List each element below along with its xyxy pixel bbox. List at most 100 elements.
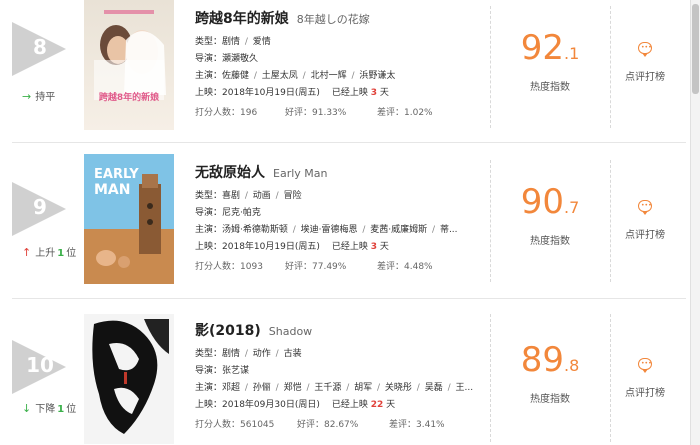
divider-dashed xyxy=(610,160,611,282)
score-integer: 89 xyxy=(520,340,564,380)
svg-text:跨越8年的新娘: 跨越8年的新娘 xyxy=(99,91,160,103)
cast-line: 主演：汤姆·希德勒斯顿 / 埃迪·雷德梅恩 / 麦茜·威廉姆斯 / 蒂... xyxy=(195,225,458,235)
days-showing: 3 xyxy=(370,88,378,98)
movie-row-10: 10 ↓ 下降 1 位 影(2018) Shadow 类型：剧情 / 动作 / 古装 导… xyxy=(0,312,700,445)
raters-count: 561045 xyxy=(240,420,275,430)
movie-info: 无敌原始人 Early Man 类型：喜剧 / 动画 / 冒险 导演：尼克·帕克 … xyxy=(195,162,495,272)
genre-link[interactable]: 冒险 xyxy=(284,191,302,201)
trend-positions: 1 xyxy=(57,248,65,259)
director-link[interactable]: 瀬瀬敬久 xyxy=(222,54,258,64)
rank-trend: ↓ 下降 1 位 xyxy=(22,402,77,415)
director-link[interactable]: 尼克·帕克 xyxy=(222,208,261,218)
rank-badge: 9 xyxy=(12,182,70,236)
trend-label: 持平 xyxy=(35,92,56,103)
row-divider xyxy=(12,142,686,143)
days-showing: 22 xyxy=(370,400,384,410)
genre-link[interactable]: 剧情 xyxy=(222,37,240,47)
arrow-up-icon: ↑ xyxy=(22,246,32,259)
director-link[interactable]: 张艺谋 xyxy=(222,366,249,376)
rank-badge: 8 xyxy=(12,22,70,76)
release-date: 2018年09月30日(周日) xyxy=(222,400,320,410)
rank-trend: → 持平 xyxy=(22,88,55,103)
scrollbar-thumb[interactable] xyxy=(692,4,699,94)
genre-link[interactable]: 爱情 xyxy=(253,37,271,47)
divider-dashed xyxy=(610,314,611,442)
trend-label: 下降 xyxy=(35,404,56,415)
rank-trend: ↑ 上升 1 位 xyxy=(22,246,77,259)
score-integer: 92 xyxy=(520,28,564,68)
comment-icon: ••• xyxy=(638,200,652,215)
rank-number: 9 xyxy=(33,195,47,219)
movie-original-title: Shadow xyxy=(268,325,313,338)
vertical-scrollbar[interactable] xyxy=(690,0,700,445)
comment-icon: ••• xyxy=(638,42,652,57)
review-button[interactable]: ••• 点评打榜 xyxy=(615,358,675,399)
cast-line: 主演：邓超 / 孙俪 / 郑恺 / 王千源 / 胡军 / 关晓彤 / 吴磊 / … xyxy=(195,383,474,393)
cast-link[interactable]: 蒂... xyxy=(440,225,458,235)
cast-link[interactable]: 北村一辉 xyxy=(311,71,347,81)
raters-count: 1093 xyxy=(240,262,263,272)
review-button[interactable]: ••• 点评打榜 xyxy=(615,200,675,241)
genre-link[interactable]: 动作 xyxy=(253,349,271,359)
cast-link[interactable]: 郑恺 xyxy=(284,383,302,393)
cast-link[interactable]: 麦茜·威廉姆斯 xyxy=(370,225,427,235)
rank-badge: 10 xyxy=(12,340,70,394)
movie-title-line: 影(2018) Shadow xyxy=(195,320,495,340)
cast-link[interactable]: 王... xyxy=(455,383,473,393)
genre-link[interactable]: 古装 xyxy=(284,349,302,359)
director-line: 导演：瀬瀬敬久 xyxy=(195,54,259,64)
rating-stats: 打分人数：1093 好评：77.49% 差评：4.48% xyxy=(195,262,433,272)
movie-title[interactable]: 跨越8年的新娘 xyxy=(195,11,289,27)
genre-link[interactable]: 剧情 xyxy=(222,349,240,359)
release-line: 上映：2018年10月19日(周五) 已经上映 3 天 xyxy=(195,88,389,98)
cast-link[interactable]: 孙俪 xyxy=(253,383,271,393)
movie-poster[interactable] xyxy=(84,314,174,444)
divider-dashed xyxy=(610,6,611,128)
cast-link[interactable]: 胡军 xyxy=(354,383,372,393)
cast-link[interactable]: 埃迪·雷德梅恩 xyxy=(301,225,358,235)
movie-poster[interactable]: EARLY MAN xyxy=(84,154,174,284)
heat-score: 92.1 热度指数 xyxy=(490,28,610,93)
movie-row-9: 9 ↑ 上升 1 位 EARLY MAN 无敌原始人 Early Man 类型：喜剧 /… xyxy=(0,154,700,297)
genre-link[interactable]: 动画 xyxy=(253,191,271,201)
bad-rate: 1.02% xyxy=(404,108,433,118)
rating-stats: 打分人数：561045 好评：82.67% 差评：3.41% xyxy=(195,420,445,430)
movie-title-line: 无敌原始人 Early Man xyxy=(195,162,495,182)
review-label: 点评打榜 xyxy=(625,230,665,241)
good-rate: 91.33% xyxy=(312,108,347,118)
days-showing: 3 xyxy=(370,242,378,252)
review-label: 点评打榜 xyxy=(625,72,665,83)
svg-text:EARLY: EARLY xyxy=(94,167,139,182)
rank-number: 10 xyxy=(26,353,54,377)
movie-title[interactable]: 无敌原始人 xyxy=(195,165,265,181)
genre-line: 类型：剧情 / 爱情 xyxy=(195,37,271,47)
director-line: 导演：尼克·帕克 xyxy=(195,208,261,218)
movie-title[interactable]: 影(2018) xyxy=(195,323,261,339)
cast-link[interactable]: 佐藤健 xyxy=(222,71,249,81)
release-line: 上映：2018年10月19日(周五) 已经上映 3 天 xyxy=(195,242,389,252)
release-date: 2018年10月19日(周五) xyxy=(222,88,320,98)
heat-label: 热度指数 xyxy=(530,394,570,405)
trend-label: 上升 xyxy=(35,248,56,259)
svg-text:MAN: MAN xyxy=(94,182,130,198)
movie-info: 跨越8年的新娘 8年越しの花嫁 类型：剧情 / 爱情 导演：瀬瀬敬久 主演：佐藤健… xyxy=(195,8,495,118)
cast-line: 主演：佐藤健 / 土屋太凤 / 北村一辉 / 浜野谦太 xyxy=(195,71,396,81)
rating-stats: 打分人数：196 好评：91.33% 差评：1.02% xyxy=(195,108,433,118)
heat-score: 89.8 热度指数 xyxy=(490,340,610,405)
score-integer: 90 xyxy=(520,182,564,222)
cast-link[interactable]: 王千源 xyxy=(314,383,341,393)
heat-label: 热度指数 xyxy=(530,236,570,247)
review-label: 点评打榜 xyxy=(625,388,665,399)
cast-link[interactable]: 关晓彤 xyxy=(385,383,412,393)
movie-poster[interactable]: 跨越8年的新娘 xyxy=(84,0,174,130)
score-decimal: .1 xyxy=(564,44,580,63)
cast-link[interactable]: 邓超 xyxy=(222,383,240,393)
raters-count: 196 xyxy=(240,108,258,118)
arrow-right-icon: → xyxy=(22,90,32,103)
cast-link[interactable]: 浜野谦太 xyxy=(359,71,395,81)
cast-link[interactable]: 汤姆·希德勒斯顿 xyxy=(222,225,288,235)
review-button[interactable]: ••• 点评打榜 xyxy=(615,42,675,83)
cast-link[interactable]: 土屋太凤 xyxy=(262,71,298,81)
cast-link[interactable]: 吴磊 xyxy=(425,383,443,393)
genre-link[interactable]: 喜剧 xyxy=(222,191,240,201)
